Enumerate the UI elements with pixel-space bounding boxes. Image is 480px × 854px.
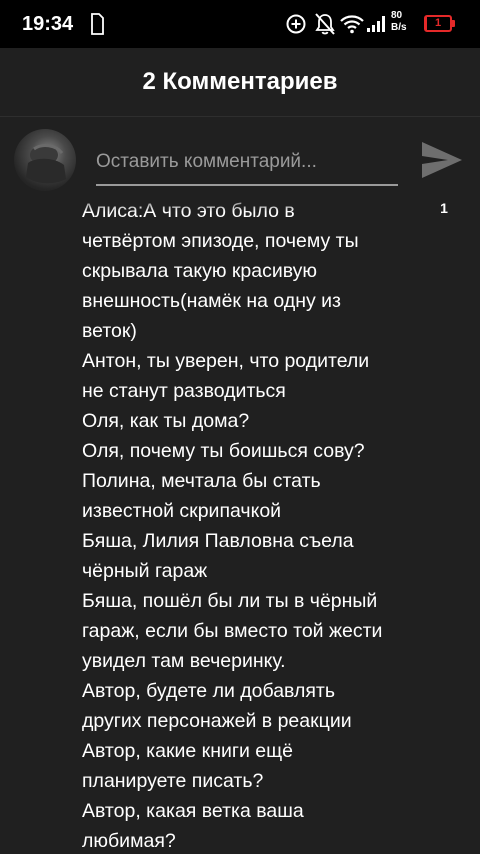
- comment-line: увидел там вечеринку.: [82, 650, 286, 672]
- page-title: 2 Комментариев: [142, 68, 338, 95]
- signal-icon: [367, 16, 385, 32]
- comment-line: известной скрипачкой: [82, 500, 282, 522]
- comment-line: Антон, ты уверен, что родители: [82, 350, 370, 372]
- network-speed-unit: B/s: [391, 22, 407, 33]
- comment-line: Автор, какие книги ещё: [82, 740, 294, 762]
- comment-line: скрывала такую красивую: [82, 260, 318, 282]
- battery-icon: 1: [424, 15, 452, 32]
- data-saver-icon: [286, 14, 306, 34]
- comment-line: внешность(намёк на одну из: [82, 290, 341, 312]
- comment-body: Алиса:А что это было в четвёртом эпизоде,…: [82, 196, 412, 854]
- comment-line: четвёртом эпизоде, почему ты: [82, 230, 359, 252]
- status-time: 19:34: [22, 13, 74, 35]
- comment-line: чёрный гараж: [82, 560, 208, 582]
- network-speed: 80 B/s: [391, 10, 417, 34]
- comment-line: других персонажей в реакции: [82, 710, 352, 732]
- comments-header: 2 Комментариев: [0, 48, 480, 117]
- comment-line: Алиса:А что это было в: [82, 200, 295, 222]
- status-bar: 19:34 80 B/s 1: [0, 0, 480, 48]
- comment-line: Оля, как ты дома?: [82, 410, 250, 432]
- wifi-icon: [340, 15, 364, 34]
- network-speed-value: 80: [391, 10, 403, 21]
- send-button[interactable]: [418, 138, 466, 182]
- like-count[interactable]: 1: [434, 200, 454, 216]
- comment-line: гараж, если бы вместо той жести: [82, 620, 383, 642]
- comments-screen: 19:34 80 B/s 1 2 Комментариев Оставить к…: [0, 0, 480, 854]
- comment-line: Автор, будете ли добавлять: [82, 680, 335, 702]
- avatar[interactable]: [14, 129, 76, 191]
- battery-tip: [452, 20, 455, 27]
- comment-line: любимая?: [82, 830, 176, 852]
- notifications-off-icon: [315, 13, 335, 35]
- send-icon: [422, 142, 462, 178]
- comment-line: Бяша, Лилия Павловна съела: [82, 530, 354, 552]
- sim-card-icon: [91, 13, 104, 35]
- avatar-image: [26, 144, 66, 184]
- comment-line: Автор, какая ветка ваша: [82, 800, 304, 822]
- comment-line: веток): [82, 320, 137, 342]
- comment-line: Бяша, пошёл бы ли ты в чёрный: [82, 590, 378, 612]
- comment-line: Полина, мечтала бы стать: [82, 470, 321, 492]
- comment-line: Оля, почему ты боишься сову?: [82, 440, 365, 462]
- comment-input[interactable]: [96, 140, 398, 186]
- comment-line: планируете писать?: [82, 770, 264, 792]
- comment-line: не станут разводиться: [82, 380, 286, 402]
- battery-level-text: 1: [434, 17, 442, 29]
